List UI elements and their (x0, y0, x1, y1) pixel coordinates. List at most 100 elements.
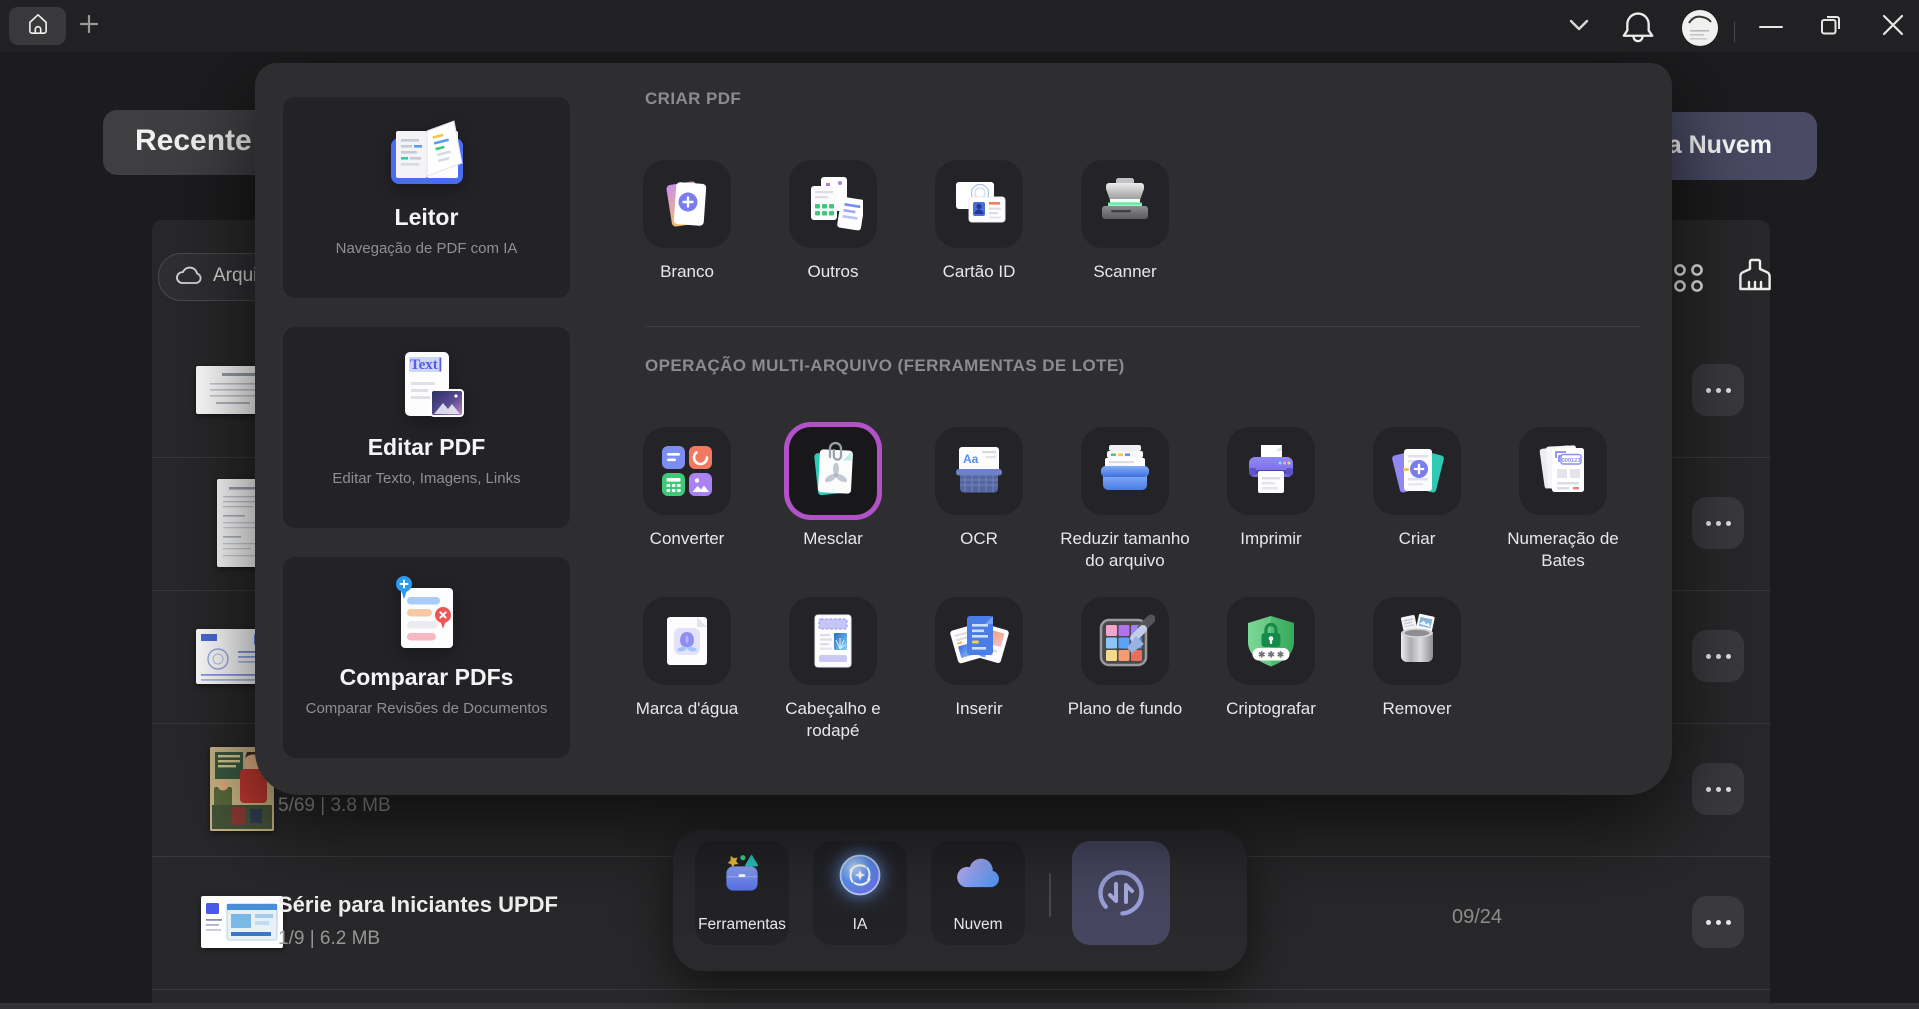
open-book-icon (390, 120, 463, 184)
tool-label: Plano de fundo (1067, 699, 1183, 718)
minimize-icon (1759, 25, 1783, 29)
svg-text:Text: Text (410, 357, 438, 373)
dropdown-chevron-button[interactable] (1564, 16, 1594, 38)
card-subtitle: Navegação de PDF com IA (335, 240, 518, 257)
other-templates-icon (811, 177, 863, 231)
tool-label: Branco (660, 262, 714, 281)
edit-document-icon: Text (404, 352, 464, 417)
file-thumbnail (201, 896, 283, 948)
tool-label: Cartão ID (942, 262, 1016, 281)
compare-document-icon (395, 576, 453, 648)
file-date: 09/24 (1452, 906, 1503, 928)
row-more-button[interactable] (1692, 364, 1744, 416)
app-window: Recente a Nuvem Arquiv 5/69 | 3.8 MB Sér… (0, 0, 1919, 1009)
file-meta: 5/69 | 3.8 MB (278, 795, 391, 816)
tool-compress[interactable]: Reduzir tamanho do arquivo (1052, 427, 1198, 573)
create-pdf-heading: CRIAR PDF (645, 89, 742, 108)
tool-label: Outros (807, 262, 859, 281)
tool-label: Scanner (1093, 262, 1157, 281)
bell-icon (1622, 9, 1654, 48)
row-more-button[interactable] (1692, 763, 1744, 815)
title-bar (0, 0, 1919, 52)
cloud-icon (957, 858, 999, 888)
tool-encrypt[interactable]: ✱ ✱ ✱ Criptografar (1198, 597, 1344, 720)
encrypt-icon: ✱ ✱ ✱ (1248, 616, 1294, 667)
svg-text:Aa: Aa (963, 452, 979, 466)
file-meta: 1/9 | 6.2 MB (278, 928, 381, 949)
tool-convert[interactable]: Converter (614, 427, 760, 550)
tool-label: Inserir (955, 699, 1003, 718)
scanner-icon (1102, 178, 1148, 219)
tool-header-footer[interactable]: Cabeçalho e rodapé (760, 597, 906, 743)
tool-watermark[interactable]: Marca d'água (614, 597, 760, 720)
tool-background[interactable]: Plano de fundo (1052, 597, 1198, 720)
tool-create[interactable]: Criar (1344, 427, 1490, 550)
row-more-button[interactable] (1692, 630, 1744, 682)
card-title: Editar PDF (367, 434, 486, 460)
tool-bates-numbering[interactable]: 000123 Numeração de Bates (1490, 427, 1636, 573)
insert-icon (950, 616, 1009, 664)
svg-text:000123: 000123 (1562, 458, 1581, 464)
tool-scanner[interactable]: Scanner (1052, 160, 1198, 283)
header-footer-icon (814, 614, 852, 668)
dock-transfer-button[interactable] (1072, 841, 1170, 945)
transfer-arrows-icon (1098, 870, 1144, 916)
tool-label: Mesclar (803, 529, 863, 548)
new-tab-button[interactable] (76, 13, 102, 39)
titlebar-separator (1734, 22, 1735, 42)
tool-id-card[interactable]: Cartão ID (906, 160, 1052, 283)
grid-view-icon[interactable] (1670, 261, 1708, 300)
restore-button[interactable] (1814, 12, 1848, 42)
bates-numbering-icon: 000123 (1539, 445, 1584, 492)
notifications-button[interactable] (1620, 10, 1656, 46)
section-divider (645, 326, 1640, 327)
ai-icon (839, 854, 881, 896)
chevron-down-icon (1568, 18, 1590, 37)
card-subtitle: Comparar Revisões de Documentos (305, 700, 548, 717)
tool-ocr[interactable]: Aa OCR (906, 427, 1052, 550)
clear-broom-icon[interactable] (1734, 256, 1776, 303)
tool-remove[interactable]: Remover (1344, 597, 1490, 720)
batch-heading: OPERAÇÃO MULTI-ARQUIVO (FERRAMENTAS DE L… (645, 356, 1125, 375)
tool-blank[interactable]: Branco (614, 160, 760, 283)
tool-others[interactable]: Outros (760, 160, 906, 283)
tool-label: Marca d'água (635, 699, 739, 718)
tool-label: Criptografar (1226, 699, 1316, 718)
dock-cloud-button[interactable]: Nuvem (931, 841, 1025, 945)
card-edit-pdf[interactable]: Text Editar PDF Editar Texto, Imagens, L… (283, 327, 570, 528)
close-button[interactable] (1876, 12, 1910, 42)
blank-pdf-icon (666, 181, 707, 227)
watermark-icon (667, 617, 707, 665)
tool-label: Converter (649, 529, 725, 548)
avatar (1682, 10, 1718, 46)
dock-label: IA (852, 916, 868, 933)
svg-text:✱ ✱ ✱: ✱ ✱ ✱ (1258, 650, 1284, 660)
tool-merge-selected[interactable]: Mesclar (760, 427, 906, 550)
tools-popup: Leitor Navegação de PDF com IA Text Edit… (255, 63, 1672, 795)
dock-ai-button[interactable]: IA (813, 841, 907, 945)
card-compare-pdfs[interactable]: Comparar PDFs Comparar Revisões de Docum… (283, 557, 570, 758)
tool-label: Remover (1382, 699, 1452, 718)
window-bottom-edge (0, 1003, 1919, 1009)
plus-icon (77, 12, 101, 41)
toolbox-icon (726, 855, 759, 891)
tool-label: Criar (1398, 529, 1436, 548)
remove-trash-icon (1400, 613, 1435, 662)
close-icon (1881, 13, 1905, 42)
tool-insert[interactable]: Inserir (906, 597, 1052, 720)
card-reader[interactable]: Leitor Navegação de PDF com IA (283, 97, 570, 298)
restore-window-icon (1817, 11, 1845, 44)
minimize-button[interactable] (1752, 14, 1790, 40)
merge-icon (814, 441, 853, 496)
account-avatar[interactable] (1682, 10, 1718, 46)
file-title: Série para Iniciantes UPDF (278, 892, 558, 917)
card-subtitle: Editar Texto, Imagens, Links (332, 470, 521, 487)
tool-label: OCR (960, 529, 998, 548)
row-more-button[interactable] (1692, 497, 1744, 549)
print-icon (1249, 445, 1293, 493)
home-tab-button[interactable] (9, 7, 66, 45)
row-more-button[interactable] (1692, 896, 1744, 948)
tool-print[interactable]: Imprimir (1198, 427, 1344, 550)
dock-tools-button[interactable]: Ferramentas (695, 841, 789, 945)
bottom-dock: Ferramentas IA Nuvem (673, 829, 1247, 971)
